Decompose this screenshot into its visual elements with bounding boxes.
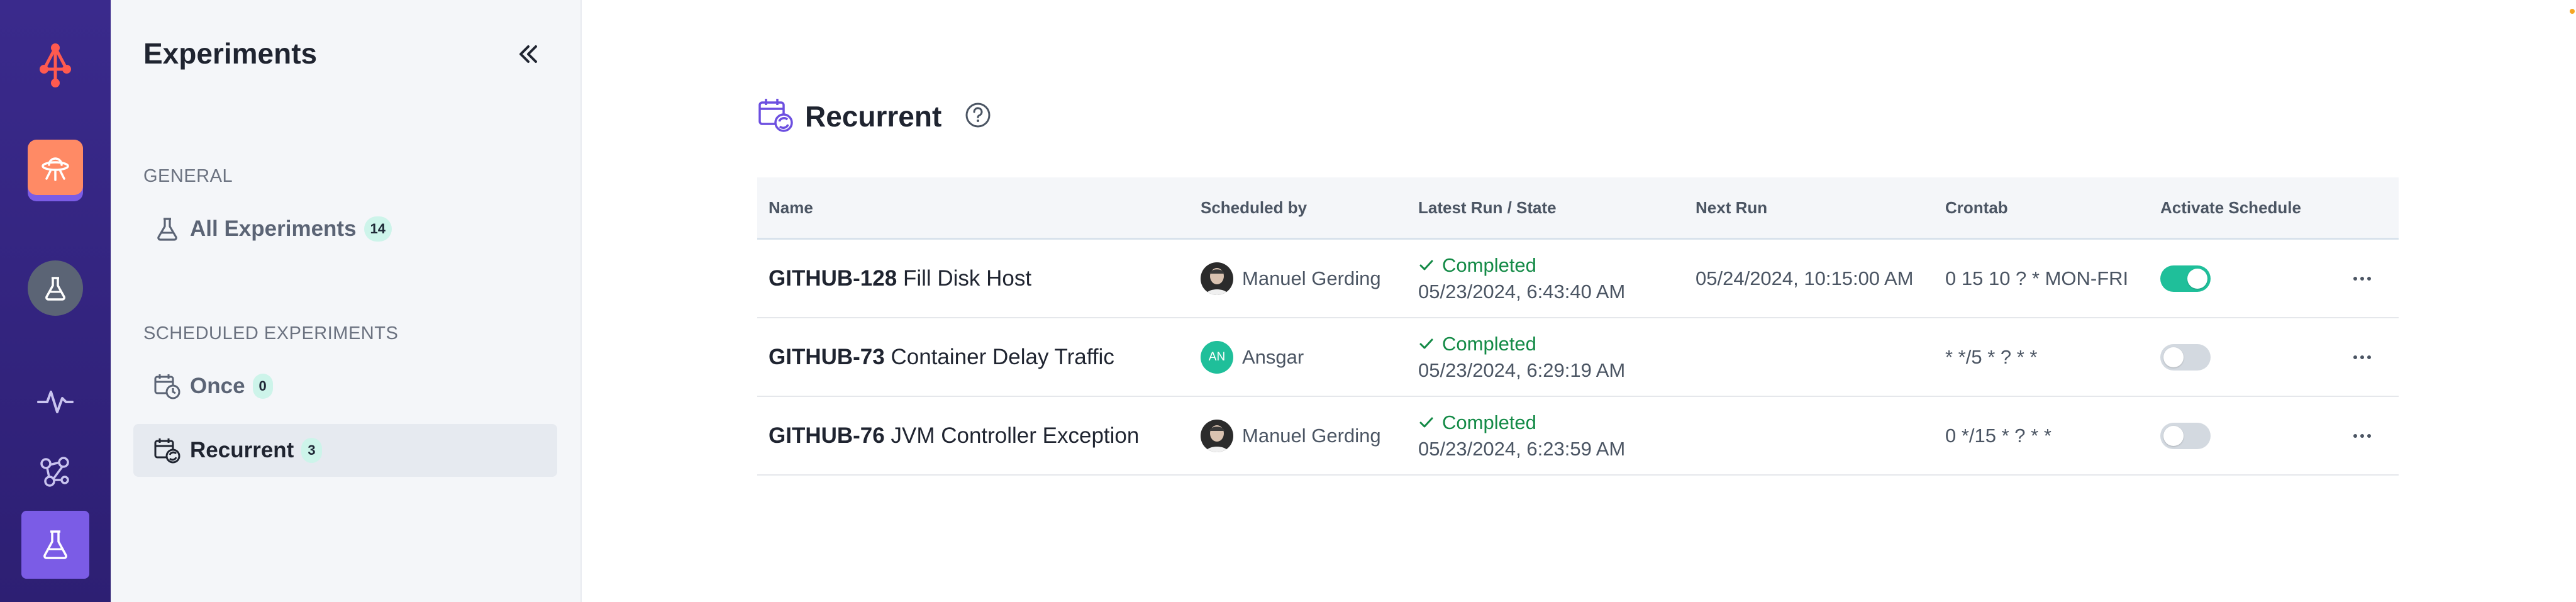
sidebar-item-label: Once	[190, 374, 245, 398]
page-header: Recurrent	[757, 94, 992, 138]
next-run-date: 05/24/2024, 10:15:00 AM	[1696, 267, 1914, 289]
more-options-icon[interactable]	[2347, 421, 2377, 451]
column-header-next-run: Next Run	[1696, 198, 1768, 217]
status-badge: Completed	[1418, 411, 1536, 434]
experiment-key: GITHUB-128	[769, 265, 897, 291]
latest-run: Completed 05/23/2024, 6:43:40 AM	[1418, 240, 1625, 317]
logo-icon[interactable]	[28, 38, 83, 93]
column-header-crontab: Crontab	[1945, 198, 2008, 217]
next-run	[1696, 397, 1935, 474]
crontab: 0 15 10 ? * MON-FRI	[1945, 267, 2129, 289]
help-icon[interactable]	[964, 101, 992, 132]
chevrons-left-icon	[519, 45, 537, 63]
experiment-key: GITHUB-76	[769, 423, 885, 448]
table-row[interactable]: GITHUB-128 Fill Disk Host Manuel Gerding…	[757, 240, 2399, 318]
column-header-name: Name	[769, 198, 813, 217]
more-options-icon[interactable]	[2347, 264, 2377, 294]
activate-schedule-toggle[interactable]	[2160, 343, 2211, 371]
flask-icon	[150, 211, 185, 247]
notification-dot	[2570, 9, 2575, 14]
crontab: 0 */15 * ? * *	[1945, 424, 2051, 447]
activate-schedule	[2160, 318, 2211, 396]
count-badge: 3	[301, 438, 322, 463]
sidebar-item-recurrent[interactable]: Recurrent 3	[133, 424, 557, 477]
sidebar-item-once[interactable]: Once 0	[133, 360, 557, 413]
count-badge: 0	[252, 374, 273, 399]
table-row[interactable]: GITHUB-76 JVM Controller Exception Manue…	[757, 397, 2399, 476]
check-icon	[1419, 338, 1433, 348]
table-header: Name Scheduled by Latest Run / State Nex…	[757, 177, 2399, 240]
section-label-general: GENERAL	[143, 166, 233, 186]
user-name: Manuel Gerding	[1242, 424, 1381, 447]
count-badge: 14	[364, 216, 392, 242]
crontab: * */5 * ? * *	[1945, 345, 2038, 368]
activate-schedule-toggle[interactable]	[2160, 422, 2211, 449]
activity-icon[interactable]	[36, 385, 74, 416]
calendar-repeat-icon	[150, 433, 185, 468]
next-run: 05/24/2024, 10:15:00 AM	[1696, 240, 1935, 317]
column-header-latest-run: Latest Run / State	[1418, 198, 1557, 217]
user-name: Ansgar	[1242, 345, 1304, 368]
latest-run: Completed 05/23/2024, 6:29:19 AM	[1418, 318, 1625, 396]
recurrent-experiments-table: Name Scheduled by Latest Run / State Nex…	[757, 177, 2399, 476]
flask-icon[interactable]	[28, 260, 83, 316]
row-actions	[2347, 240, 2377, 317]
scheduled-by: AN Ansgar	[1201, 318, 1304, 396]
calendar-repeat-icon	[757, 96, 795, 137]
experiment-title: Fill Disk Host	[902, 265, 1032, 291]
row-actions	[2347, 318, 2377, 396]
user-name: Manuel Gerding	[1242, 267, 1381, 289]
avatar	[1201, 262, 1233, 295]
page-title: Recurrent	[805, 100, 942, 133]
next-run	[1696, 318, 1935, 396]
scheduled-by: Manuel Gerding	[1201, 397, 1381, 474]
activate-schedule	[2160, 240, 2211, 317]
activate-schedule-toggle[interactable]	[2160, 265, 2211, 292]
graph-icon[interactable]	[36, 453, 74, 491]
latest-run-date: 05/23/2024, 6:23:59 AM	[1418, 437, 1626, 460]
avatar: AN	[1201, 340, 1233, 374]
status-text: Completed	[1442, 411, 1536, 433]
table-row[interactable]: GITHUB-73 Container Delay Traffic AN Ans…	[757, 318, 2399, 397]
status-badge: Completed	[1418, 254, 1536, 277]
latest-run-date: 05/23/2024, 6:43:40 AM	[1418, 280, 1626, 303]
latest-run: Completed 05/23/2024, 6:23:59 AM	[1418, 397, 1625, 474]
column-header-activate-schedule: Activate Schedule	[2160, 198, 2301, 217]
experiments-icon[interactable]	[21, 511, 89, 579]
check-icon	[1419, 260, 1433, 270]
ufo-icon[interactable]	[28, 140, 83, 195]
check-icon	[1419, 417, 1433, 427]
experiment-name[interactable]: GITHUB-76 JVM Controller Exception	[769, 397, 1139, 474]
status-badge: Completed	[1418, 333, 1536, 355]
column-header-scheduled-by: Scheduled by	[1201, 198, 1307, 217]
sidebar-item-label: All Experiments	[190, 216, 357, 241]
sidebar-item-label: Recurrent	[190, 438, 294, 462]
experiments-sidebar: Experiments GENERAL All Experiments 14 S…	[111, 0, 582, 602]
experiment-name[interactable]: GITHUB-73 Container Delay Traffic	[769, 318, 1114, 396]
status-text: Completed	[1442, 332, 1536, 355]
activate-schedule	[2160, 397, 2211, 474]
latest-run-date: 05/23/2024, 6:29:19 AM	[1418, 359, 1626, 381]
calendar-clock-icon	[150, 369, 185, 404]
scheduled-by: Manuel Gerding	[1201, 240, 1381, 317]
avatar	[1201, 419, 1233, 452]
more-options-icon[interactable]	[2347, 342, 2377, 372]
sidebar-title: Experiments	[143, 37, 318, 70]
collapse-sidebar-button[interactable]	[513, 39, 543, 69]
sidebar-item-all-experiments[interactable]: All Experiments 14	[133, 203, 557, 255]
section-label-scheduled: SCHEDULED EXPERIMENTS	[143, 323, 399, 343]
experiment-key: GITHUB-73	[769, 344, 885, 369]
experiment-title: JVM Controller Exception	[891, 423, 1140, 448]
row-actions	[2347, 397, 2377, 474]
status-text: Completed	[1442, 254, 1536, 276]
experiment-title: Container Delay Traffic	[891, 344, 1114, 369]
experiment-name[interactable]: GITHUB-128 Fill Disk Host	[769, 240, 1031, 317]
icon-rail	[0, 0, 111, 602]
